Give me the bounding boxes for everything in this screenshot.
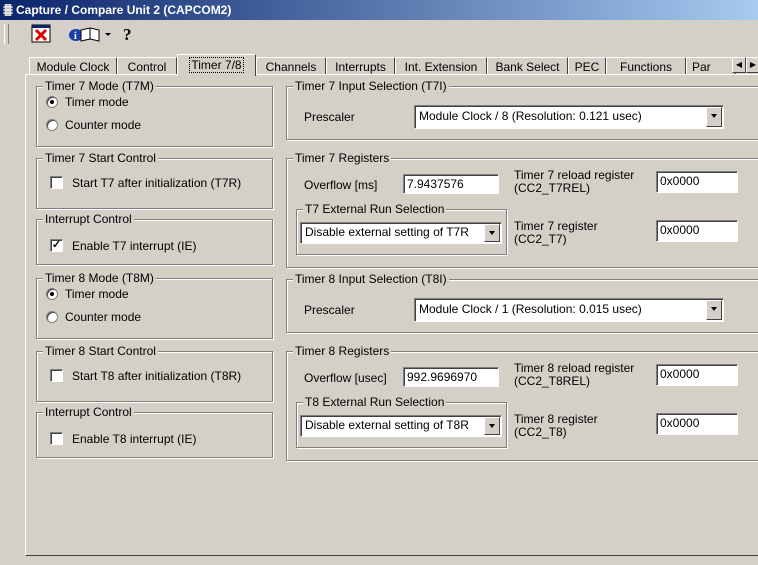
t7-input-title: Timer 7 Input Selection (T7I): [293, 79, 449, 93]
t8-mode-group: Timer 8 Mode (T8M) Timer mode Counter mo…: [36, 271, 273, 339]
tab-control[interactable]: Control: [117, 57, 177, 75]
t7-start-checkbox[interactable]: [50, 176, 63, 189]
t7-prescaler-select[interactable]: Module Clock / 8 (Resolution: 0.121 usec…: [414, 105, 724, 129]
title-bar[interactable]: Capture / Compare Unit 2 (CAPCOM2): [0, 0, 758, 20]
t8-prescaler-select[interactable]: Module Clock / 1 (Resolution: 0.015 usec…: [414, 298, 724, 322]
t8-overflow-field[interactable]: 992.9696970: [403, 367, 499, 387]
svg-text:?: ?: [123, 25, 132, 44]
tab-timer-7-8[interactable]: Timer 7/8: [177, 54, 256, 76]
t8-reload-label-1: Timer 8 reload register: [514, 361, 635, 375]
t8-reload-label-2: (CC2_T8REL): [514, 374, 591, 388]
t8-ext-run-select[interactable]: Disable external setting of T8R: [300, 415, 502, 437]
tab-functions[interactable]: Functions: [606, 57, 686, 75]
t7-interrupt-group: Interrupt Control ✓ Enable T7 interrupt …: [36, 212, 273, 265]
t7-overflow-label: Overflow [ms]: [304, 178, 378, 192]
timer-7-8-page: Timer 7 Mode (T7M) Timer mode Counter mo…: [25, 74, 758, 556]
dropdown-arrow-icon[interactable]: [103, 23, 113, 45]
t7-reg-field[interactable]: 0x0000: [656, 220, 738, 242]
capcom2-window: Capture / Compare Unit 2 (CAPCOM2) i ? M…: [0, 0, 758, 565]
t8-start-label: Start T8 after initialization (T8R): [72, 369, 242, 383]
close-red-x-icon[interactable]: [30, 23, 54, 45]
t7-ext-run-title: T7 External Run Selection: [303, 202, 447, 216]
t8-start-title: Timer 8 Start Control: [43, 344, 158, 358]
t8-reg-label-2: (CC2_T8): [514, 425, 567, 439]
tab-scroll-left-icon[interactable]: ◀: [732, 57, 746, 73]
window-title: Capture / Compare Unit 2 (CAPCOM2): [16, 3, 232, 17]
help-question-icon[interactable]: ?: [118, 23, 138, 45]
t8-mode-title: Timer 8 Mode (T8M): [43, 271, 156, 285]
t7-interrupt-title: Interrupt Control: [43, 212, 134, 226]
t8-ext-run-title: T8 External Run Selection: [303, 395, 447, 409]
t8-input-title: Timer 8 Input Selection (T8I): [293, 272, 449, 286]
t8-overflow-label: Overflow [usec]: [304, 371, 387, 385]
app-icon: [3, 4, 13, 16]
svg-text:i: i: [74, 31, 77, 42]
t8-counter-mode-radio[interactable]: [46, 311, 58, 323]
t8-reg-label-1: Timer 8 register: [514, 412, 598, 426]
t7-start-label: Start T7 after initialization (T7R): [72, 176, 242, 190]
tab-int-extension[interactable]: Int. Extension: [395, 57, 487, 75]
t7-reload-label-2: (CC2_T7REL): [514, 181, 591, 195]
t7-start-group: Timer 7 Start Control Start T7 after ini…: [36, 151, 273, 209]
t8-registers-group: Timer 8 Registers Overflow [usec] 992.96…: [286, 344, 758, 461]
radio-dot: [50, 100, 54, 104]
t7-reload-label-1: Timer 7 reload register: [514, 168, 635, 182]
t7-input-group: Timer 7 Input Selection (T7I) Prescaler …: [286, 79, 758, 140]
chevron-down-icon[interactable]: [484, 224, 500, 242]
t7-ext-run-group: T7 External Run Selection Disable extern…: [296, 202, 507, 255]
t7-interrupt-label: Enable T7 interrupt (IE): [72, 239, 197, 253]
t7-prescaler-label: Prescaler: [304, 110, 355, 124]
t8-interrupt-group: Interrupt Control Enable T8 interrupt (I…: [36, 405, 273, 458]
t8-reg-field[interactable]: 0x0000: [656, 413, 738, 435]
t8-start-group: Timer 8 Start Control Start T8 after ini…: [36, 344, 273, 402]
radio-dot: [50, 292, 54, 296]
t7-timer-mode-radio[interactable]: [46, 96, 58, 108]
tab-par[interactable]: Par: [686, 57, 736, 75]
t7-registers-title: Timer 7 Registers: [293, 151, 392, 165]
tab-interrupts[interactable]: Interrupts: [326, 57, 395, 75]
t8-counter-mode-label: Counter mode: [65, 310, 142, 324]
t8-registers-title: Timer 8 Registers: [293, 344, 392, 358]
t7-counter-mode-label: Counter mode: [65, 118, 142, 132]
t7-reload-field[interactable]: 0x0000: [656, 171, 738, 193]
tab-scroll-right-icon[interactable]: ▶: [746, 57, 758, 73]
t7-timer-mode-label: Timer mode: [65, 95, 129, 109]
t7-ext-run-value: Disable external setting of T7R: [305, 225, 469, 239]
t7-mode-title: Timer 7 Mode (T7M): [43, 79, 156, 93]
t7-start-title: Timer 7 Start Control: [43, 151, 158, 165]
t7-mode-group: Timer 7 Mode (T7M) Timer mode Counter mo…: [36, 79, 273, 147]
tab-strip: Module Clock Control Timer 7/8 Channels …: [0, 46, 758, 76]
toolbar-grip[interactable]: [4, 24, 9, 44]
t8-timer-mode-radio[interactable]: [46, 288, 58, 300]
chevron-down-icon[interactable]: [706, 300, 722, 320]
tab-pec[interactable]: PEC: [568, 57, 606, 75]
t8-prescaler-value: Module Clock / 1 (Resolution: 0.015 usec…: [419, 302, 642, 316]
t7-counter-mode-radio[interactable]: [46, 119, 58, 131]
t8-interrupt-title: Interrupt Control: [43, 405, 134, 419]
t7-reg-label-2: (CC2_T7): [514, 232, 567, 246]
t7-registers-group: Timer 7 Registers Overflow [ms] 7.943757…: [286, 151, 758, 268]
t8-input-group: Timer 8 Input Selection (T8I) Prescaler …: [286, 272, 758, 333]
t8-start-checkbox[interactable]: [50, 369, 63, 382]
t8-ext-run-value: Disable external setting of T8R: [305, 418, 469, 432]
t7-ext-run-select[interactable]: Disable external setting of T7R: [300, 222, 502, 244]
t7-reg-label-1: Timer 7 register: [514, 219, 598, 233]
t8-timer-mode-label: Timer mode: [65, 287, 129, 301]
chevron-down-icon[interactable]: [484, 417, 500, 435]
tab-module-clock[interactable]: Module Clock: [29, 57, 117, 75]
t8-reload-field[interactable]: 0x0000: [656, 364, 738, 386]
t8-ext-run-group: T8 External Run Selection Disable extern…: [296, 395, 507, 448]
work-area: Module Clock Control Timer 7/8 Channels …: [0, 46, 758, 565]
chevron-down-icon[interactable]: [706, 107, 722, 127]
t8-interrupt-label: Enable T8 interrupt (IE): [72, 432, 197, 446]
t7-overflow-field[interactable]: 7.9437576: [403, 174, 499, 194]
t8-prescaler-label: Prescaler: [304, 303, 355, 317]
tab-bank-select[interactable]: Bank Select: [487, 57, 568, 75]
tab-channels[interactable]: Channels: [256, 57, 326, 75]
info-book-icon[interactable]: i: [66, 23, 100, 45]
t7-interrupt-checkbox[interactable]: ✓: [50, 239, 63, 252]
t8-interrupt-checkbox[interactable]: [50, 432, 63, 445]
t7-prescaler-value: Module Clock / 8 (Resolution: 0.121 usec…: [419, 109, 642, 123]
toolbar: i ?: [0, 20, 758, 46]
